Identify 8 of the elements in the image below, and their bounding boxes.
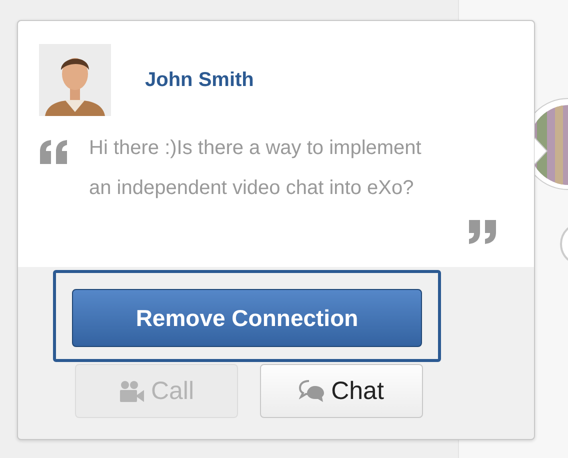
quote-close-icon [467, 220, 497, 244]
person-name[interactable]: John Smith [145, 68, 254, 92]
chat-button[interactable]: Chat [260, 364, 423, 418]
remove-connection-button[interactable]: Remove Connection [72, 289, 422, 347]
quote-open-icon [39, 140, 69, 164]
chat-bubbles-icon [299, 380, 326, 402]
video-camera-icon [118, 380, 145, 402]
message-text: Hi there :)Is there a way to implement an independent video chat into eXo? [89, 136, 422, 201]
